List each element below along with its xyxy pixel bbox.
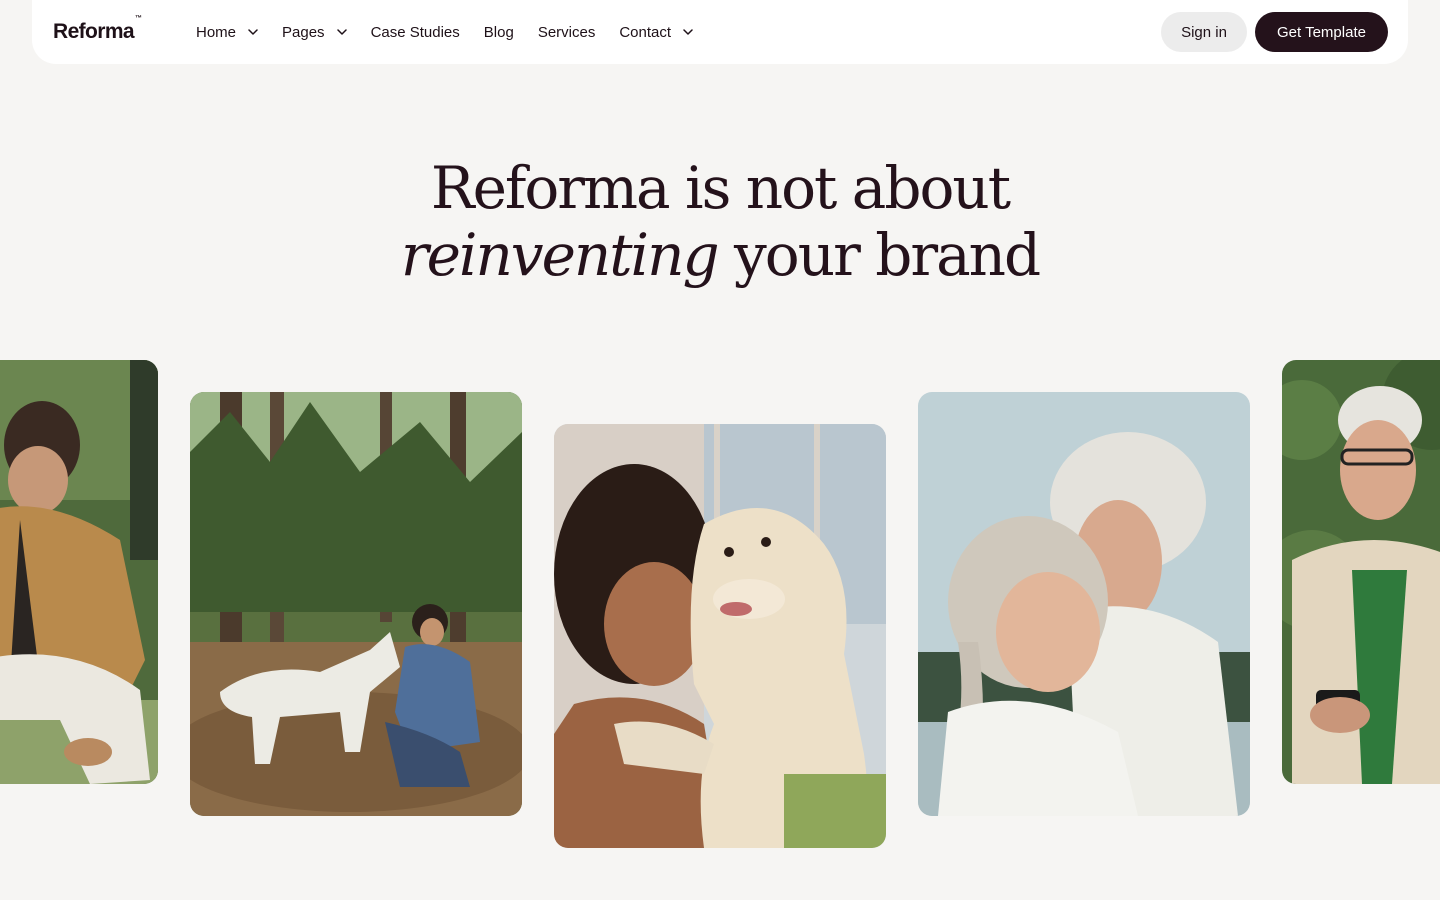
nav-item-label: Case Studies <box>370 23 460 41</box>
top-navbar: Reforma™ Home Pages Case Studies Blog Se… <box>32 0 1408 64</box>
nav-item-contact[interactable]: Contact <box>619 0 693 64</box>
nav-item-case-studies[interactable]: Case Studies <box>371 0 460 64</box>
photo-older-man-phone <box>1282 360 1440 784</box>
nav-item-label: Contact <box>619 23 672 41</box>
photo-elderly-couple <box>918 392 1250 816</box>
nav-item-label: Pages <box>282 23 325 41</box>
nav-item-label: Home <box>196 23 237 41</box>
photo-woman-with-white-dog-forest <box>190 392 522 816</box>
brand-name: Reforma <box>53 20 135 43</box>
trademark-mark: ™ <box>135 15 142 22</box>
nav-item-home[interactable]: Home <box>196 0 258 64</box>
hero-line-2: your brand <box>717 221 1041 289</box>
hero-emphasis: reinventing <box>400 221 720 289</box>
sign-in-button[interactable]: Sign in <box>1161 12 1247 52</box>
hero-headline: Reforma is not about reinventing your br… <box>0 155 1440 289</box>
nav-item-label: Services <box>537 23 596 41</box>
nav-item-pages[interactable]: Pages <box>282 0 347 64</box>
chevron-down-icon <box>683 29 693 35</box>
nav-item-label: Blog <box>483 23 514 41</box>
photo-woman-hugging-dog <box>554 424 886 848</box>
main-nav: Home Pages Case Studies Blog Services Co… <box>196 0 717 64</box>
photo-man-crouching <box>0 360 158 784</box>
hero-line-1: Reforma is not about <box>430 154 1011 222</box>
chevron-down-icon <box>248 29 258 35</box>
chevron-down-icon <box>336 29 347 35</box>
get-template-button[interactable]: Get Template <box>1255 12 1388 52</box>
brand-logo[interactable]: Reforma™ <box>53 15 142 44</box>
nav-item-blog[interactable]: Blog <box>484 0 514 64</box>
nav-item-services[interactable]: Services <box>538 0 596 64</box>
